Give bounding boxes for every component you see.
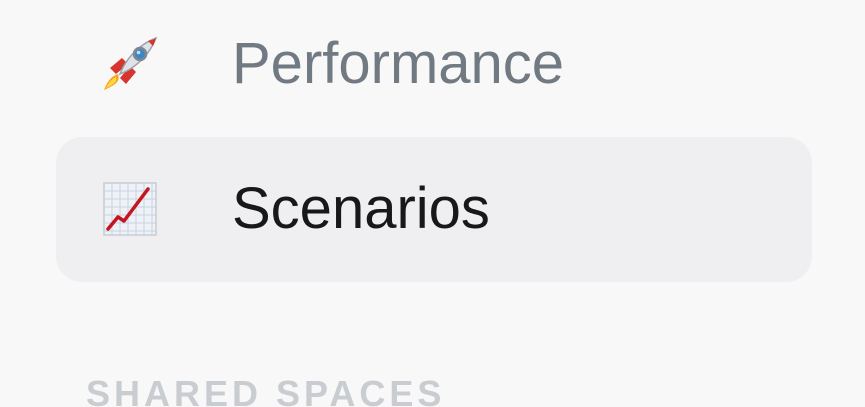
sidebar-item-label: Scenarios: [232, 176, 490, 241]
section-title-shared-spaces: SHARED SPACES: [86, 373, 446, 407]
rocket-icon: [98, 32, 162, 96]
sidebar-item-scenarios[interactable]: Scenarios: [56, 137, 812, 282]
sidebar-item-performance[interactable]: Performance: [56, 0, 812, 137]
sidebar-item-label: Performance: [232, 31, 565, 96]
sidebar: Performance Scenarios SHARED SPACES: [0, 0, 865, 407]
chart-increasing-icon: [98, 177, 162, 241]
